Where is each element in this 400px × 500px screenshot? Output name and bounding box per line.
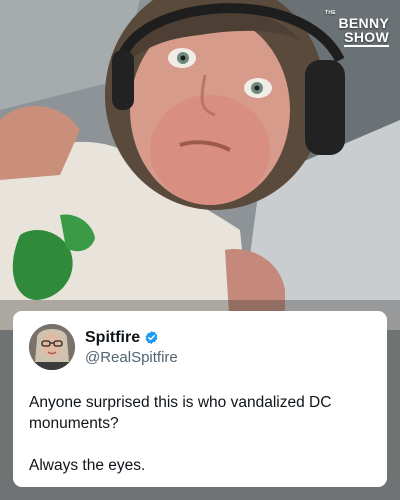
display-name-row: Spitfire	[85, 329, 178, 347]
tweet-paragraph: Always the eyes.	[29, 457, 146, 474]
display-name[interactable]: Spitfire	[85, 329, 140, 347]
user-handle[interactable]: @RealSpitfire	[85, 349, 178, 366]
logo-line2: SHOW	[344, 29, 389, 47]
benny-show-logo: THE BENNY SHOW	[325, 11, 389, 47]
verified-badge-icon	[144, 330, 159, 345]
logo-line1: BENNY	[338, 15, 389, 31]
author-names: Spitfire @RealSpitfire	[85, 329, 178, 366]
avatar-image	[29, 324, 75, 370]
tweet-text: Anyone surprised this is who vandalized …	[29, 392, 371, 476]
tweet-card: Spitfire @RealSpitfire Anyone surprised …	[13, 311, 387, 487]
tweet-header: Spitfire @RealSpitfire	[29, 323, 371, 371]
avatar[interactable]	[29, 324, 75, 370]
tweet-paragraph: Anyone surprised this is who vandalized …	[29, 394, 332, 432]
